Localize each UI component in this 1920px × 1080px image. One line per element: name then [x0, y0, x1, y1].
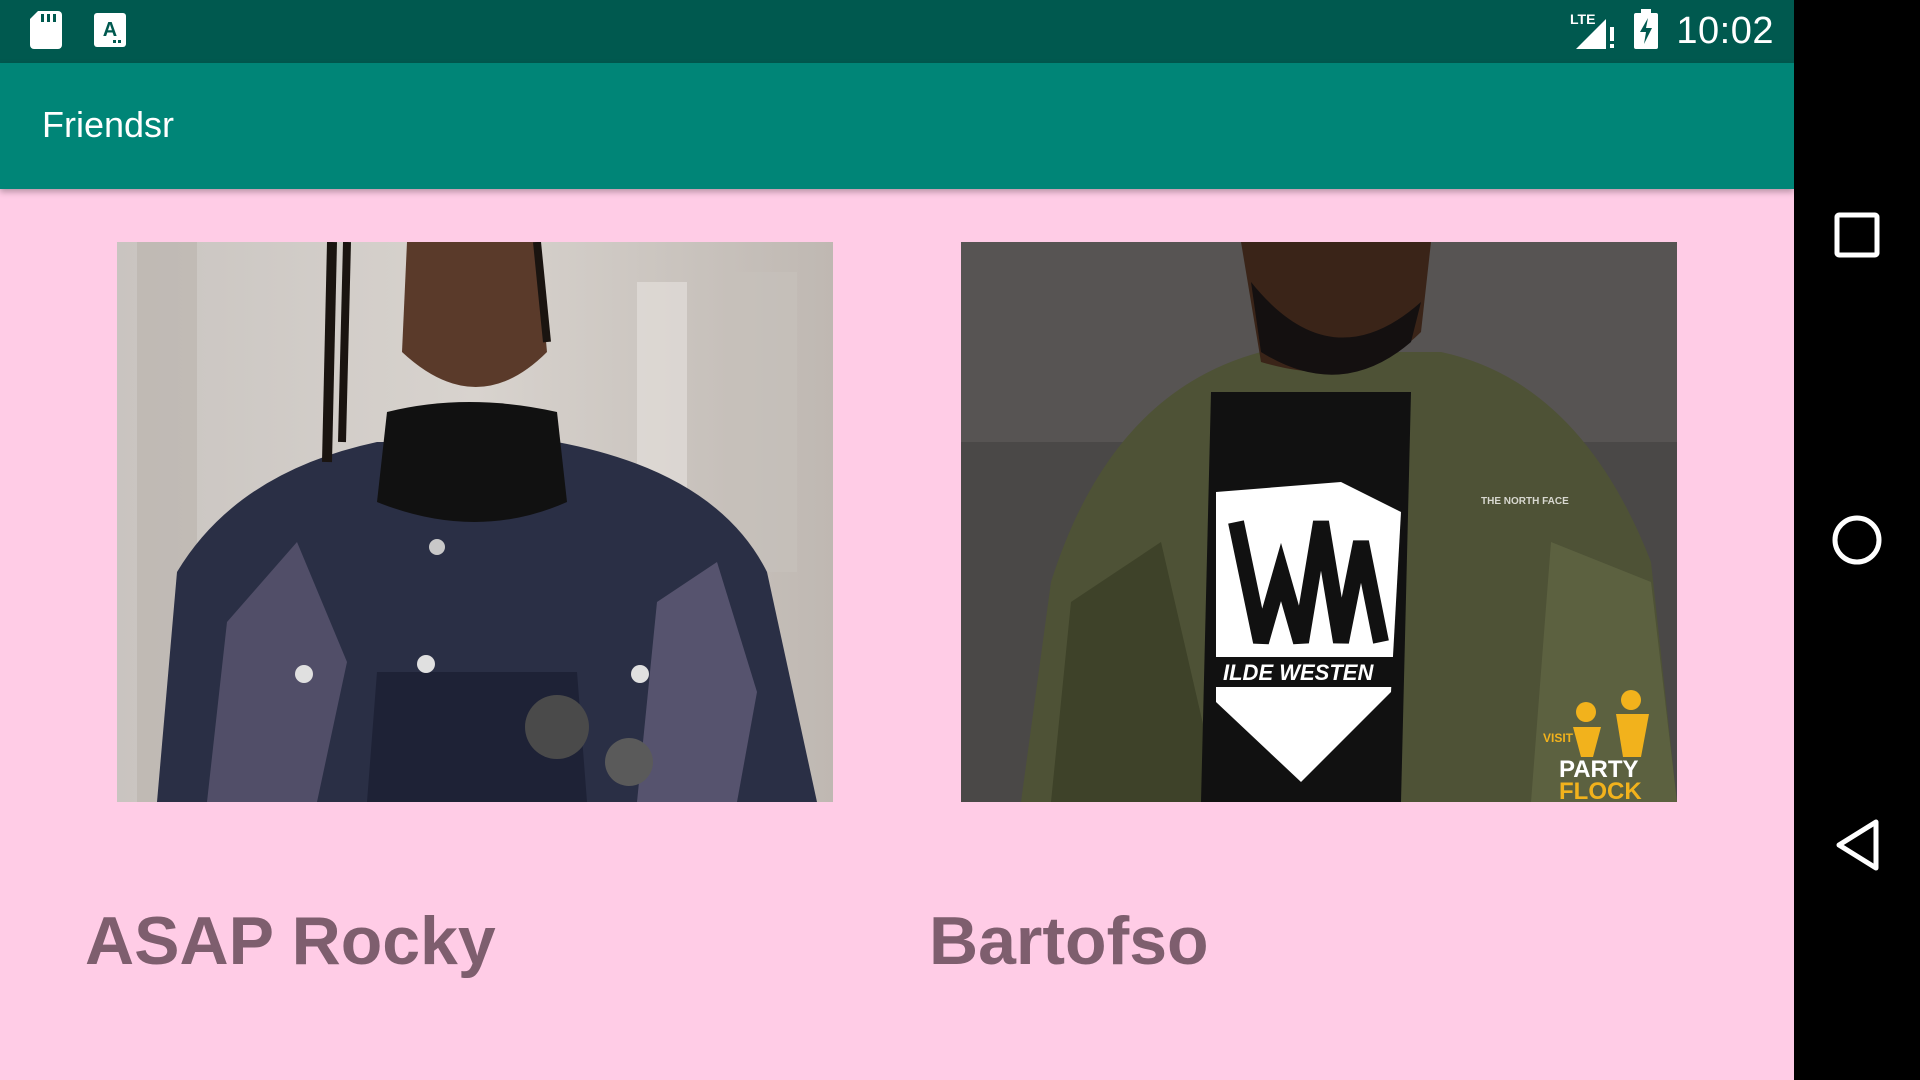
svg-text:LTE: LTE [1570, 11, 1595, 27]
back-icon [1836, 819, 1879, 871]
svg-text:A: A [103, 19, 117, 41]
svg-text:FLOCK: FLOCK [1559, 778, 1642, 802]
app-toolbar: Friendsr [0, 63, 1794, 189]
friend-name: Bartofso [929, 903, 1209, 979]
bartofso-photo[interactable]: ILDE WESTEN THE NORTH FACE VISIT PARTY F… [961, 242, 1677, 802]
recents-button[interactable] [1822, 200, 1892, 270]
friend-name: ASAP Rocky [85, 903, 496, 979]
keyboard-a-icon: A [94, 13, 126, 52]
status-bar: A LTE 10:02 [0, 0, 1794, 63]
home-button[interactable] [1822, 505, 1892, 575]
asap-rocky-photo[interactable] [117, 242, 833, 802]
svg-text:ILDE WESTEN: ILDE WESTEN [1223, 660, 1374, 685]
status-notifications: A [30, 11, 126, 54]
app-title: Friendsr [42, 104, 175, 145]
back-button[interactable] [1822, 810, 1892, 880]
battery-charging-icon [1634, 8, 1659, 54]
friend-card[interactable]: ILDE WESTEN THE NORTH FACE VISIT PARTY F… [929, 242, 1677, 979]
sd-card-icon [30, 11, 62, 54]
svg-text:THE NORTH FACE: THE NORTH FACE [1481, 496, 1569, 507]
navigation-bar [1794, 0, 1920, 1080]
friend-card[interactable]: ASAP Rocky [85, 242, 833, 979]
svg-text:VISIT: VISIT [1543, 731, 1574, 745]
home-icon [1832, 515, 1882, 565]
signal-icon: LTE [1570, 11, 1616, 51]
recents-icon [1834, 212, 1880, 258]
app-screen: A LTE 10:02 Friendsr ASAP Rocky ILDE WES… [0, 0, 1794, 1080]
status-system: LTE 10:02 [1570, 8, 1774, 54]
status-time: 10:02 [1676, 9, 1774, 52]
